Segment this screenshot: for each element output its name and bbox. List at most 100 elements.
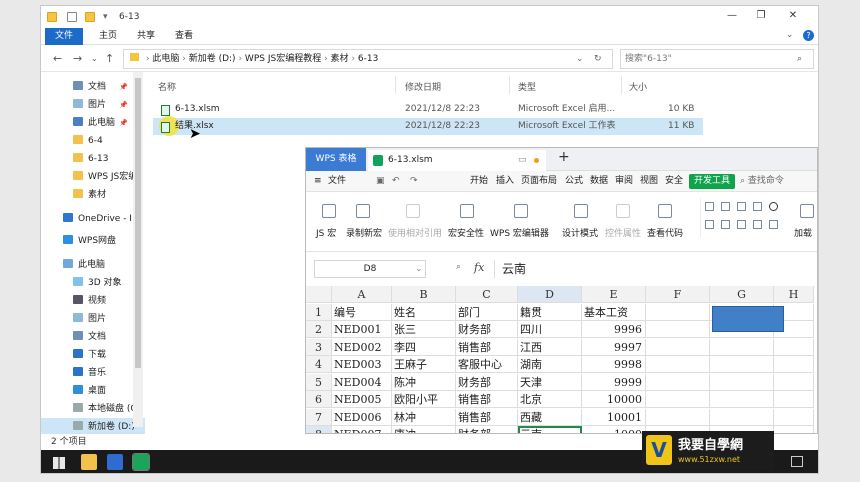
fx-icon[interactable]: fx [474,261,484,274]
sheet-cell[interactable]: NED004 [332,373,392,391]
sheet-cell[interactable]: 籍贯 [518,303,582,321]
address-bar[interactable]: › 此电脑 › 新加卷 (D:) › WPS JS宏编程教程 › 素材 › 6-… [123,49,613,69]
column-header[interactable]: B [392,286,456,303]
breadcrumb-drive[interactable]: 新加卷 (D:) [189,54,236,64]
tab-file[interactable]: 文件 [45,28,84,45]
column-divider[interactable] [621,76,622,94]
row-header[interactable]: 1 [306,303,332,321]
column-header[interactable]: D [518,286,582,303]
close-icon[interactable]: ✕ [785,10,801,24]
sidebar-item[interactable]: 桌面 [41,382,145,400]
menu-data[interactable]: 数据 [590,171,608,192]
control-icon[interactable] [721,220,730,229]
record-macro-button[interactable]: 录制新宏 [346,226,382,239]
column-header[interactable]: E [582,286,646,303]
control-icon[interactable] [753,220,762,229]
sheet-cell[interactable]: 销售部 [456,338,518,356]
sheet-cell[interactable]: 云南 [518,426,582,433]
search-icon[interactable]: ⌕ [797,50,802,68]
refresh-icon[interactable]: ↻ [594,50,602,68]
sheet-cell[interactable]: 9999 [582,373,646,391]
redo-icon[interactable]: ↷ [410,171,418,192]
wps-writer-icon[interactable] [107,454,123,470]
sheet-cell[interactable]: 9996 [582,321,646,338]
sheet-cell[interactable]: 李四 [392,338,456,356]
sheet-cell[interactable]: 销售部 [456,408,518,426]
sheet-cell[interactable] [774,373,814,391]
sheet-cell[interactable] [646,321,710,338]
macro-editor-button[interactable]: WPS 宏编辑器 [490,226,549,239]
breadcrumb-this-pc[interactable]: 此电脑 [152,54,179,64]
sheet-cell[interactable]: 财务部 [456,373,518,391]
search-input[interactable]: 搜索"6-13" [625,54,672,64]
breadcrumb-current[interactable]: 6-13 [358,54,378,64]
sheet-cell[interactable] [774,426,814,433]
sheet-cell[interactable]: NED006 [332,408,392,426]
sheet-cell[interactable] [710,338,774,356]
new-tab-icon[interactable]: + [558,149,570,165]
maximize-icon[interactable]: ❐ [753,10,769,24]
sidebar-item[interactable]: 下载 [41,346,145,364]
tab-home[interactable]: 主页 [89,28,127,45]
new-folder-icon[interactable] [85,12,95,22]
js-macro-button[interactable]: JS 宏 [316,226,336,239]
sheet-cell[interactable]: 王麻子 [392,356,456,373]
sheet-cell[interactable] [646,391,710,408]
recent-icon[interactable]: ⌄ [91,54,98,63]
sheet-cell[interactable] [710,356,774,373]
save-icon[interactable]: ▣ [376,171,385,192]
relative-ref-button[interactable]: 使用相对引用 [388,226,442,239]
file-row-selected[interactable]: 结果.xlsx 2021/12/8 22:23 Microsoft Excel … [153,116,703,142]
document-tab[interactable]: 6-13.xlsm ▭ [368,150,546,171]
back-icon[interactable]: ← [53,52,62,65]
sheet-cell[interactable] [646,303,710,321]
control-icon[interactable] [705,202,714,211]
menu-view[interactable]: 视图 [640,171,658,192]
sheet-cell[interactable]: 姓名 [392,303,456,321]
column-date[interactable]: 修改日期 [405,80,441,93]
column-header[interactable]: F [646,286,710,303]
sidebar-item[interactable]: WPS网盘 [41,232,145,250]
menu-review[interactable]: 审阅 [615,171,633,192]
control-icon[interactable] [737,202,746,211]
file-explorer-icon[interactable] [81,454,97,470]
pin-icon[interactable]: 📌 [119,114,128,132]
menu-page-layout[interactable]: 页面布局 [521,171,557,192]
column-header[interactable]: A [332,286,392,303]
sidebar-item[interactable]: 素材 [41,186,145,204]
sheet-cell[interactable]: 1000 [582,426,646,433]
sheet-cell[interactable]: NED001 [332,321,392,338]
column-divider[interactable] [395,76,396,94]
design-mode-button[interactable]: 设计模式 [562,226,598,239]
qa-dropdown-icon[interactable]: ▾ [103,12,108,22]
sheet-cell[interactable] [774,356,814,373]
up-icon[interactable]: ↑ [105,52,114,65]
sheet-cell[interactable]: 天津 [518,373,582,391]
macro-button-shape[interactable] [712,305,784,332]
wps-home-tab[interactable]: WPS 表格 [306,148,366,171]
name-box-dropdown-icon[interactable]: ⌄ [415,261,423,277]
sheet-cell[interactable]: 编号 [332,303,392,321]
column-header[interactable]: H [774,286,814,303]
sheet-cell[interactable]: 湖南 [518,356,582,373]
control-icon[interactable] [769,220,778,229]
checkbox-control-icon[interactable] [753,202,762,211]
tab-share[interactable]: 共享 [127,28,165,45]
sheet-cell[interactable]: 9998 [582,356,646,373]
spreadsheet-grid[interactable]: A B C D E F G H 1 编号 姓名 部门 籍贯 基本工资 2 NED001 张三 财务部 四川 9996 3… [306,286,817,433]
start-icon[interactable] [53,457,65,469]
add-in-button[interactable]: 加载 [794,226,812,239]
sheet-cell[interactable]: 10000 [582,391,646,408]
sheet-cell[interactable]: 陈冲 [392,373,456,391]
control-icon[interactable] [705,220,714,229]
row-header[interactable]: 7 [306,408,332,426]
breadcrumb-tutorial[interactable]: WPS JS宏编程教程 [245,54,321,64]
sheet-cell[interactable]: 客服中心 [456,356,518,373]
sheet-cell[interactable]: 部门 [456,303,518,321]
sheet-cell[interactable] [646,338,710,356]
menu-developer[interactable]: 开发工具 [689,174,736,189]
column-size[interactable]: 大小 [629,80,647,93]
tab-window-icon[interactable]: ▭ [518,150,527,171]
row-header[interactable]: 6 [306,391,332,408]
formula-input[interactable]: 云南 [502,260,526,277]
